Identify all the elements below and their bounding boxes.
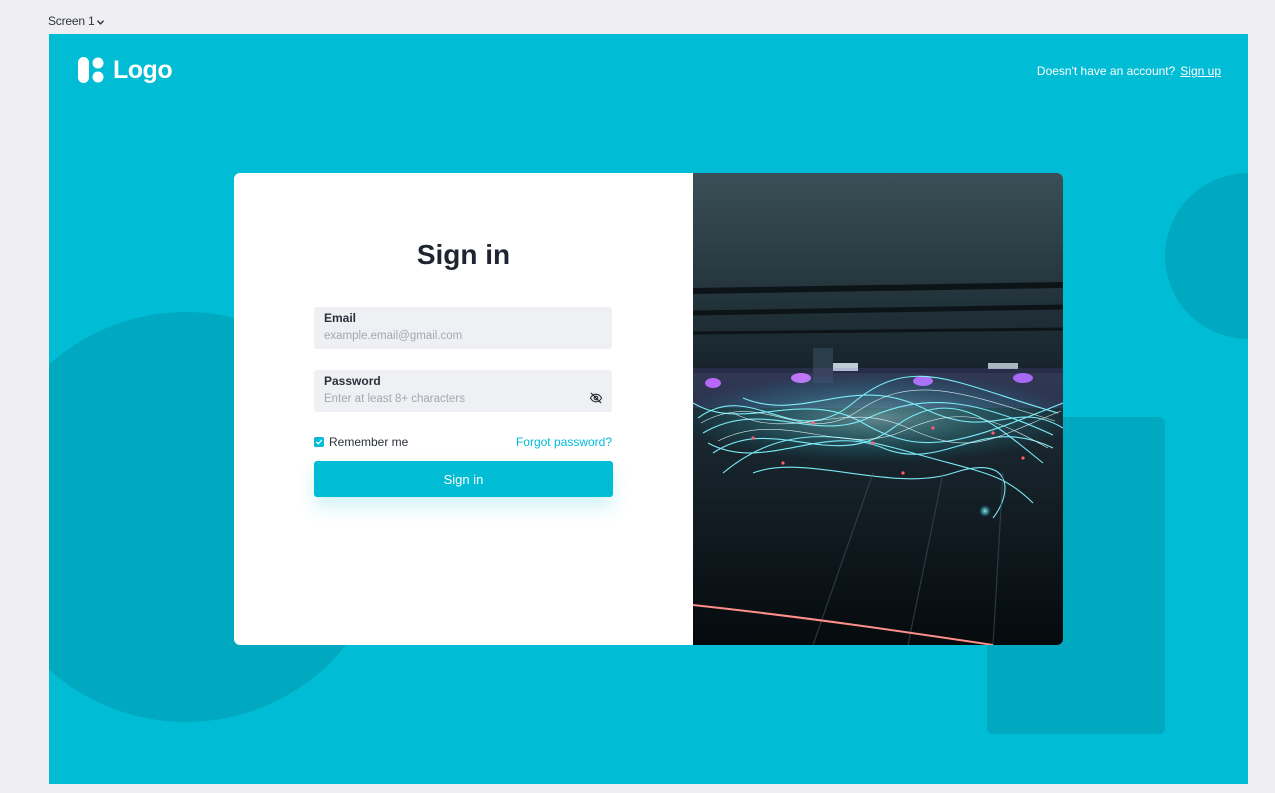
decorative-circle-right	[1165, 173, 1248, 339]
signin-card: Sign in Email Password	[234, 173, 1063, 645]
hero-image	[693, 173, 1063, 645]
remember-row: Remember me Forgot password?	[314, 435, 612, 449]
logo[interactable]: Logo	[77, 55, 173, 85]
signup-prompt: Doesn't have an account? Sign up	[1037, 64, 1221, 78]
light-trails-photo	[693, 173, 1063, 645]
page-title: Sign in	[416, 239, 511, 270]
email-field[interactable]: Email	[314, 307, 612, 349]
signin-page: Logo Doesn't have an account? Sign up Si…	[49, 34, 1248, 784]
signin-button[interactable]: Sign in	[314, 461, 613, 497]
logo-text: Logo	[113, 55, 173, 84]
chevron-down-icon	[97, 19, 105, 25]
email-input[interactable]	[324, 330, 574, 342]
password-input[interactable]	[324, 393, 574, 405]
password-label: Password	[324, 374, 381, 388]
eye-off-icon[interactable]	[589, 392, 603, 404]
check-icon	[315, 439, 323, 445]
remember-label: Remember me	[329, 435, 409, 449]
screen-selector[interactable]: Screen 1	[48, 14, 105, 28]
signup-prompt-text: Doesn't have an account?	[1036, 64, 1176, 78]
forgot-password-link[interactable]: Forgot password?	[516, 435, 612, 449]
screen-name: Screen 1	[48, 14, 95, 28]
email-label: Email	[324, 311, 357, 325]
signup-link[interactable]: Sign up	[1180, 64, 1221, 78]
remember-me[interactable]: Remember me	[314, 435, 408, 449]
logo-mark-icon	[78, 57, 104, 83]
signin-form: Sign in Email Password	[234, 173, 693, 645]
remember-checkbox[interactable]	[314, 437, 324, 447]
password-field[interactable]: Password	[314, 370, 612, 412]
